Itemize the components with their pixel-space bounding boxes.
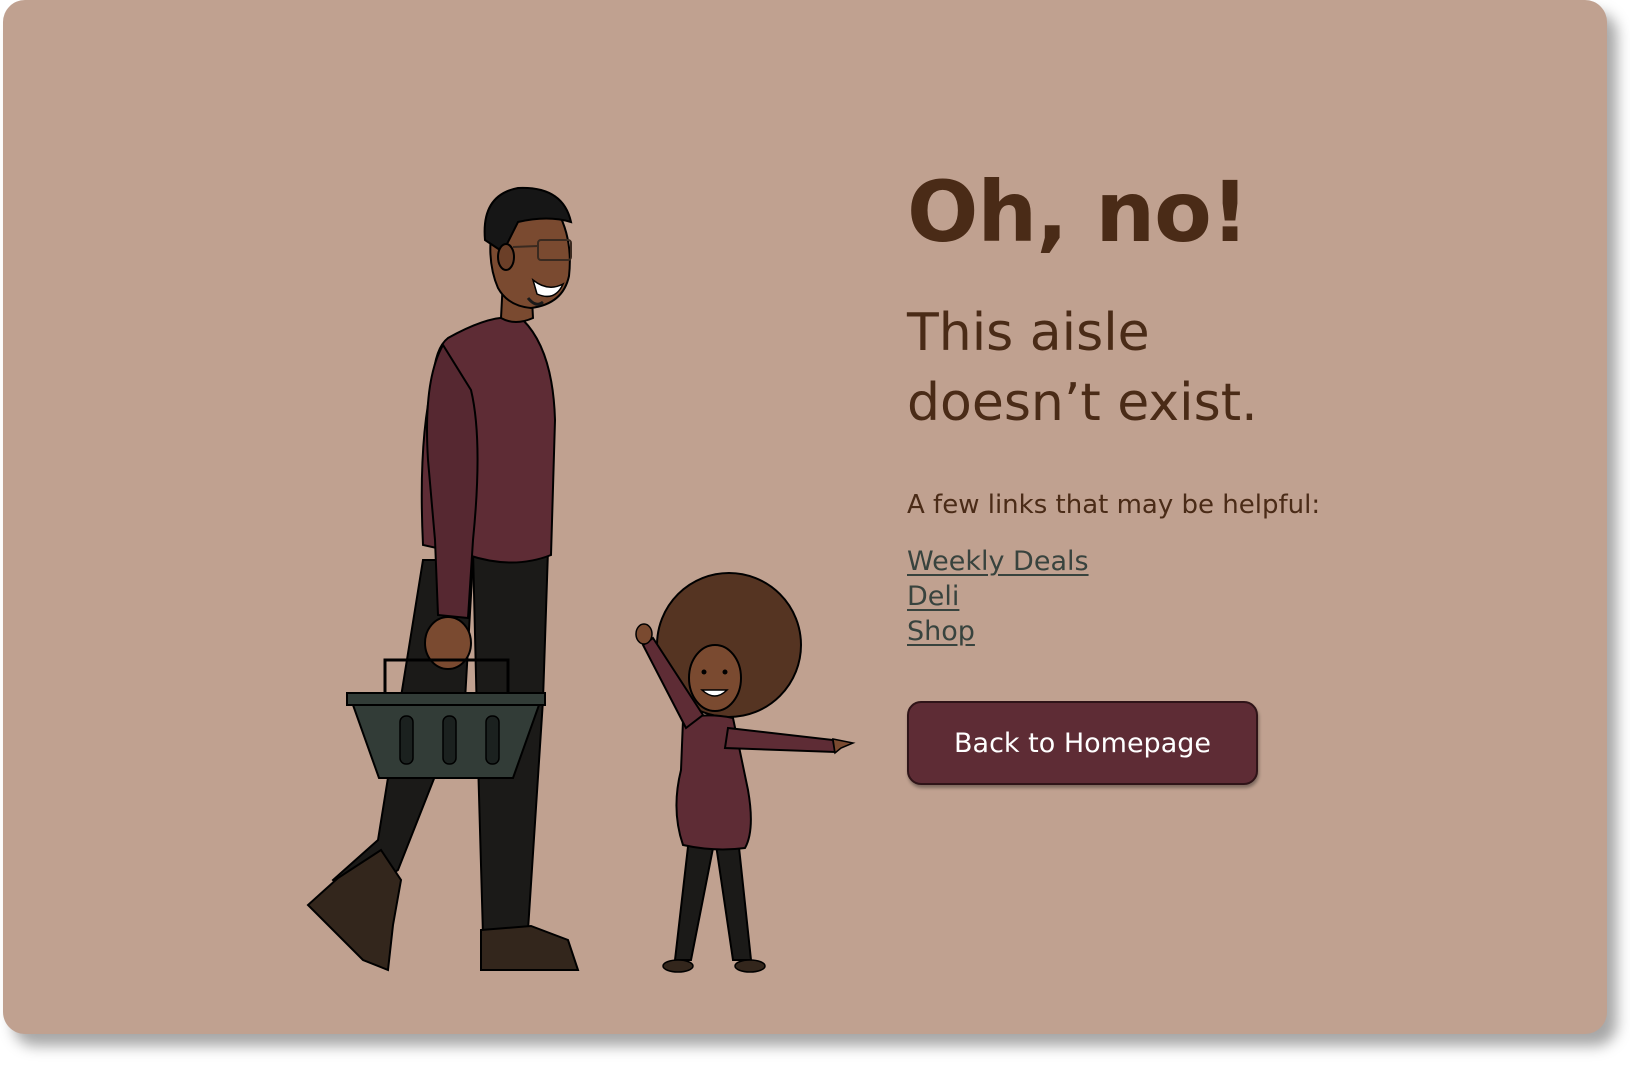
shop-link[interactable]: Shop [907, 614, 975, 649]
error-content: Oh, no! This aisle doesn’t exist. A few … [907, 170, 1547, 785]
error-card: Oh, no! This aisle doesn’t exist. A few … [3, 0, 1607, 1034]
page: Oh, no! This aisle doesn’t exist. A few … [0, 0, 1630, 1066]
page-title: Oh, no! [907, 163, 1249, 261]
weekly-deals-link[interactable]: Weekly Deals [907, 544, 1089, 579]
page-subtitle: This aisle doesn’t exist. [907, 303, 1258, 433]
deli-link[interactable]: Deli [907, 579, 959, 614]
helper-text: A few links that may be helpful: [907, 490, 1321, 520]
helpful-links: Weekly Deals Deli Shop [907, 544, 1547, 649]
back-to-homepage-button[interactable]: Back to Homepage [907, 701, 1258, 785]
child-figure [635, 572, 856, 973]
man-figure [306, 186, 580, 972]
